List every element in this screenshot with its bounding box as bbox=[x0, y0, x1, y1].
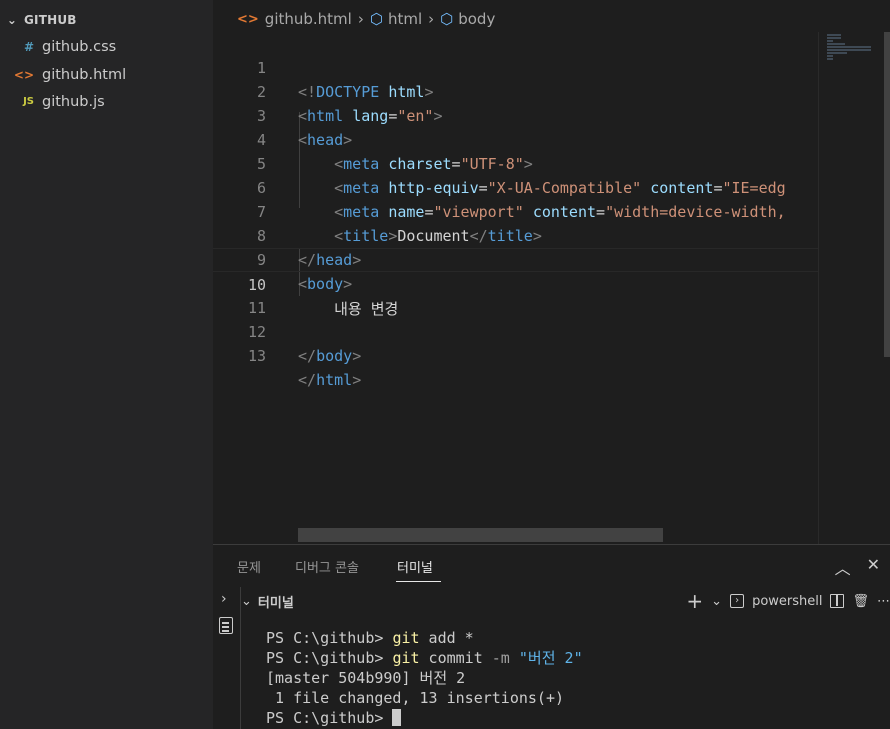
code-line[interactable]: 2 <html lang="en"> bbox=[213, 56, 818, 125]
code-line[interactable]: 4 <meta charset="UTF-8"> bbox=[213, 104, 818, 173]
terminal-line: PS C:\github> bbox=[266, 708, 583, 728]
terminal-line: [master 504b990] 버전 2 bbox=[266, 669, 466, 687]
tab-problems[interactable]: 문제 bbox=[237, 557, 261, 576]
chevron-down-icon[interactable]: ⌄ bbox=[241, 594, 252, 609]
panel-actions: ︿ ✕ bbox=[835, 555, 880, 579]
terminal-label: 터미널 bbox=[257, 595, 294, 611]
minimap-line bbox=[827, 46, 871, 48]
code-line-current[interactable]: 10 내용 변경 bbox=[213, 248, 818, 318]
tab-debug-console[interactable]: 디버그 콘솔 bbox=[295, 557, 359, 576]
minimap-line bbox=[827, 52, 847, 54]
terminal-side-bar: › bbox=[213, 587, 241, 729]
file-name: github.html bbox=[42, 66, 127, 83]
terminal-cursor bbox=[392, 709, 402, 726]
minimap-line bbox=[827, 40, 833, 42]
code-line[interactable]: 3 <head> bbox=[213, 80, 818, 149]
powershell-icon: › bbox=[730, 594, 745, 608]
code-area[interactable]: 1 <!DOCTYPE html> 2 <html lang="en"> 3 <… bbox=[213, 32, 818, 528]
chevron-down-icon[interactable]: ⌄ bbox=[711, 594, 722, 609]
line-number: 13 bbox=[247, 347, 266, 365]
code-text: </body> bbox=[298, 347, 362, 365]
js-file-icon: JS bbox=[23, 96, 34, 107]
folder-name: GITHUB bbox=[24, 13, 77, 27]
code-text: </html> bbox=[298, 371, 362, 389]
breadcrumb: <> github.html › ⬡ html › ⬡ body bbox=[213, 8, 495, 30]
split-terminal-icon[interactable] bbox=[830, 594, 845, 608]
code-line[interactable]: 1 <!DOCTYPE html> bbox=[213, 32, 818, 101]
shell-name[interactable]: powershell bbox=[752, 594, 822, 609]
minimap-line bbox=[827, 55, 833, 57]
code-line[interactable]: 8 </head> bbox=[213, 200, 818, 269]
code-line[interactable]: 5 <meta http-equiv="X-UA-Compatible" con… bbox=[213, 128, 818, 197]
folder-header[interactable]: ⌄ GITHUB bbox=[0, 9, 213, 31]
minimap-line bbox=[827, 58, 833, 60]
minimap-line bbox=[827, 49, 871, 51]
breadcrumb-item-html[interactable]: html bbox=[388, 10, 422, 28]
terminal-output[interactable]: PS C:\github> git add * PS C:\github> git… bbox=[266, 628, 583, 728]
chevron-right-icon: › bbox=[357, 10, 364, 28]
trash-icon[interactable]: 🗑 bbox=[852, 594, 869, 609]
terminal-line: 1 file changed, 13 insertions(+) bbox=[266, 689, 565, 707]
minimap-line bbox=[827, 37, 841, 39]
file-name: github.css bbox=[42, 38, 117, 55]
horizontal-scrollbar[interactable] bbox=[298, 528, 663, 542]
more-icon[interactable]: ⋯ bbox=[877, 594, 890, 609]
html-file-icon: <> bbox=[237, 11, 259, 27]
code-line[interactable]: 7 <title>Document</title> bbox=[213, 176, 818, 245]
bottom-panel: 문제 디버그 콘솔 터미널 ︿ ✕ › ⌄ 터미널 + ⌄ › powershe… bbox=[213, 544, 890, 729]
code-line[interactable]: 12 </body> bbox=[213, 296, 818, 365]
panel-tabs: 문제 디버그 콘솔 터미널 ︿ ✕ bbox=[213, 545, 890, 587]
maximize-panel-icon[interactable]: ︿ bbox=[835, 555, 851, 579]
editor: <> github.html › ⬡ html › ⬡ body 1 <!DOC… bbox=[213, 0, 890, 544]
chevron-down-icon: ⌄ bbox=[6, 13, 18, 27]
code-line[interactable]: 13 </html> bbox=[213, 320, 818, 389]
breadcrumb-file[interactable]: github.html bbox=[265, 10, 352, 28]
element-icon: ⬡ bbox=[369, 10, 383, 28]
file-item-github-js[interactable]: JS github.js bbox=[0, 88, 213, 115]
active-tab-indicator bbox=[396, 581, 441, 582]
explorer-sidebar: ⌄ GITHUB # github.css <> github.html JS … bbox=[0, 0, 213, 729]
file-name: github.js bbox=[42, 93, 105, 110]
terminal-line: PS C:\github> git commit -m "버전 2" bbox=[266, 649, 583, 667]
chevron-right-icon[interactable]: › bbox=[221, 591, 227, 607]
code-line[interactable]: 11 bbox=[213, 272, 818, 317]
html-file-icon: <> bbox=[13, 67, 34, 82]
file-item-github-html[interactable]: <> github.html bbox=[0, 61, 213, 88]
minimap-line bbox=[827, 34, 841, 36]
code-line[interactable]: 9 <body> bbox=[213, 224, 818, 293]
code-line[interactable]: 6 <meta name="viewport" content="width=d… bbox=[213, 152, 818, 221]
element-icon: ⬡ bbox=[440, 10, 454, 28]
file-item-github-css[interactable]: # github.css bbox=[0, 33, 213, 60]
chevron-right-icon: › bbox=[428, 10, 435, 28]
css-file-icon: # bbox=[23, 39, 34, 54]
plus-icon[interactable]: + bbox=[686, 589, 703, 613]
terminal-list-icon[interactable] bbox=[219, 617, 233, 634]
tab-terminal[interactable]: 터미널 bbox=[397, 557, 433, 576]
minimap-line bbox=[827, 43, 845, 45]
vertical-scrollbar[interactable] bbox=[884, 32, 890, 357]
minimap[interactable] bbox=[818, 32, 890, 544]
breadcrumb-item-body[interactable]: body bbox=[458, 10, 495, 28]
terminal-header: ⌄ 터미널 + ⌄ › powershell 🗑 ⋯ bbox=[241, 587, 890, 615]
terminal-actions: + ⌄ › powershell 🗑 ⋯ bbox=[686, 587, 890, 615]
terminal-line: PS C:\github> git add * bbox=[266, 629, 474, 647]
close-icon[interactable]: ✕ bbox=[867, 555, 880, 579]
